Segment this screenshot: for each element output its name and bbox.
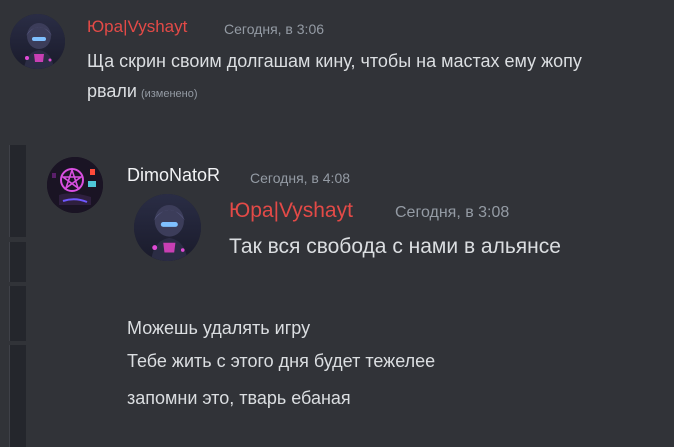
message-text-line: Ща скрин своим долгашам кину, чтобы на м…: [87, 51, 582, 71]
message-timestamp: Сегодня, в 4:08: [250, 170, 351, 186]
quote-bar: [9, 145, 26, 237]
anime-avatar-icon[interactable]: [134, 194, 201, 261]
message-text-line: запомни это, тварь ебаная: [127, 388, 351, 408]
message-text-line: рвали: [87, 81, 137, 101]
quoted-timestamp: Сегодня, в 3:08: [395, 204, 510, 221]
quote-bar: [9, 242, 26, 282]
edited-label: (изменено): [140, 88, 198, 100]
avatar-image: [134, 194, 201, 261]
quoted-text: Так вся свобода с нами в альянсе: [229, 235, 561, 258]
quote-bar: [9, 286, 26, 341]
quote-bar: [9, 345, 26, 447]
pentagram-avatar-icon[interactable]: [47, 157, 103, 213]
message-text-line-wrap: рвали (изменено): [87, 81, 198, 102]
avatar-image: [47, 157, 103, 213]
message-author[interactable]: DimoNatoR: [127, 165, 220, 186]
message-timestamp: Сегодня, в 3:06: [224, 21, 325, 37]
quoted-author[interactable]: Юра|Vyshayt: [229, 199, 353, 223]
message-text-line: Можешь удалять игру: [127, 318, 311, 338]
message-author[interactable]: Юра|Vyshayt: [87, 17, 187, 37]
anime-avatar-icon[interactable]: [10, 14, 65, 69]
avatar-image: [10, 14, 65, 69]
message-text-line: Тебе жить с этого дня будет тежелее: [127, 351, 436, 371]
